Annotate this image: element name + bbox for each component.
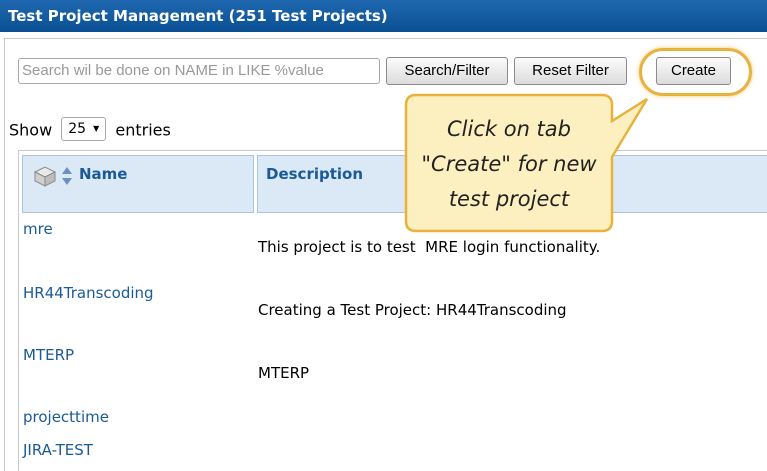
entries-length-control: Show 25 ▼ entries: [9, 117, 171, 143]
cube-icon: [33, 166, 57, 187]
column-description-label: Description: [266, 165, 364, 183]
reset-filter-button[interactable]: Reset Filter: [514, 57, 627, 85]
create-highlight-ring: [639, 48, 752, 96]
project-link-mterp[interactable]: MTERP: [23, 346, 74, 364]
sort-arrows-icon: [62, 167, 72, 185]
entries-select[interactable]: 25 ▼: [61, 117, 107, 141]
project-description: MTERP: [258, 364, 310, 382]
show-label: Show: [9, 120, 53, 140]
column-header-name[interactable]: Name: [22, 155, 254, 213]
project-link-hr44transcoding[interactable]: HR44Transcoding: [23, 284, 154, 302]
column-name-label: Name: [79, 165, 128, 183]
project-link-jira-test[interactable]: JIRA-TEST: [23, 441, 93, 459]
project-description: This project is to test MRE login functi…: [258, 238, 601, 256]
callout-text: Click on tab "Create" for new test proje…: [421, 117, 597, 211]
search-input[interactable]: Search wil be done on NAME in LIKE %valu…: [18, 58, 380, 84]
search-filter-button[interactable]: Search/Filter: [386, 57, 508, 85]
project-description: Creating a Test Project: HR44Transcoding: [258, 301, 567, 319]
project-link-mre[interactable]: mre: [23, 220, 53, 238]
project-link-projecttime[interactable]: projecttime: [23, 408, 109, 426]
entries-value: 25: [68, 121, 87, 137]
sort-icons: [31, 164, 75, 192]
page-title: Test Project Management (251 Test Projec…: [0, 0, 767, 32]
dropdown-arrow-icon: ▼: [93, 124, 100, 133]
entries-label: entries: [115, 120, 171, 140]
